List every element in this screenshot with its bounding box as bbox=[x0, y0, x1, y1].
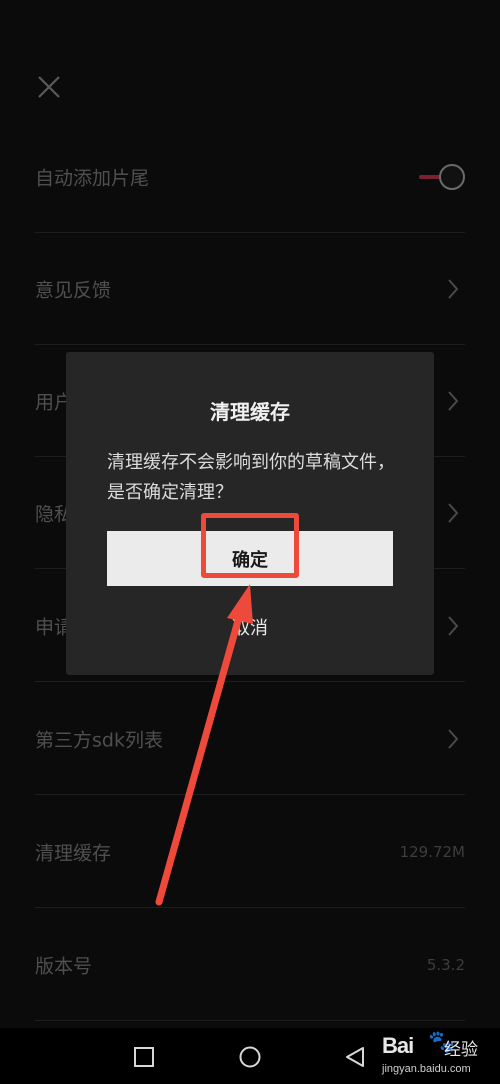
close-button[interactable] bbox=[36, 74, 62, 100]
settings-row-clear-cache[interactable]: 清理缓存 129.72M bbox=[35, 796, 465, 908]
settings-row-feedback[interactable]: 意见反馈 bbox=[35, 233, 465, 345]
chevron-right-icon bbox=[448, 390, 459, 411]
back-button[interactable] bbox=[344, 1046, 366, 1068]
dialog-title: 清理缓存 bbox=[210, 400, 290, 424]
watermark-url: jingyan.baidu.com bbox=[382, 1063, 471, 1075]
triangle-back-icon bbox=[346, 1047, 364, 1067]
toggle-thumb bbox=[439, 163, 465, 190]
cancel-button[interactable]: 取消 bbox=[66, 614, 434, 640]
settings-row-label: 清理缓存 bbox=[35, 842, 112, 864]
close-icon bbox=[38, 76, 60, 98]
chevron-right-icon bbox=[448, 278, 459, 299]
recent-apps-button[interactable] bbox=[133, 1046, 155, 1068]
annotation-highlight-box bbox=[201, 513, 299, 578]
baidu-jingyan-watermark: Bai 🐾 经验 jingyan.baidu.com bbox=[382, 1029, 494, 1081]
settings-row-auto-end[interactable]: 自动添加片尾 bbox=[35, 121, 465, 233]
chevron-right-icon bbox=[448, 502, 459, 523]
dialog-message: 清理缓存不会影响到你的草稿文件，是否确定清理？ bbox=[107, 452, 395, 503]
watermark-brand: Bai bbox=[382, 1033, 414, 1058]
version-value: 5.3.2 bbox=[426, 955, 465, 974]
chevron-right-icon bbox=[448, 615, 459, 636]
chevron-right-icon bbox=[448, 728, 459, 749]
settings-row-label: 意见反馈 bbox=[35, 279, 112, 301]
settings-row-third-party-sdk[interactable]: 第三方sdk列表 bbox=[35, 683, 465, 795]
settings-row-label: 第三方sdk列表 bbox=[35, 729, 163, 751]
watermark-jingyan: 经验 bbox=[444, 1040, 478, 1059]
settings-row-version: 版本号 5.3.2 bbox=[35, 909, 465, 1021]
circle-nav-icon bbox=[239, 1046, 261, 1068]
settings-row-label: 版本号 bbox=[35, 955, 93, 977]
settings-row-label: 自动添加片尾 bbox=[35, 167, 150, 189]
home-button[interactable] bbox=[239, 1046, 261, 1068]
cache-size-value: 129.72M bbox=[399, 842, 465, 861]
square-nav-icon bbox=[134, 1047, 154, 1067]
auto-end-toggle[interactable] bbox=[419, 163, 465, 190]
